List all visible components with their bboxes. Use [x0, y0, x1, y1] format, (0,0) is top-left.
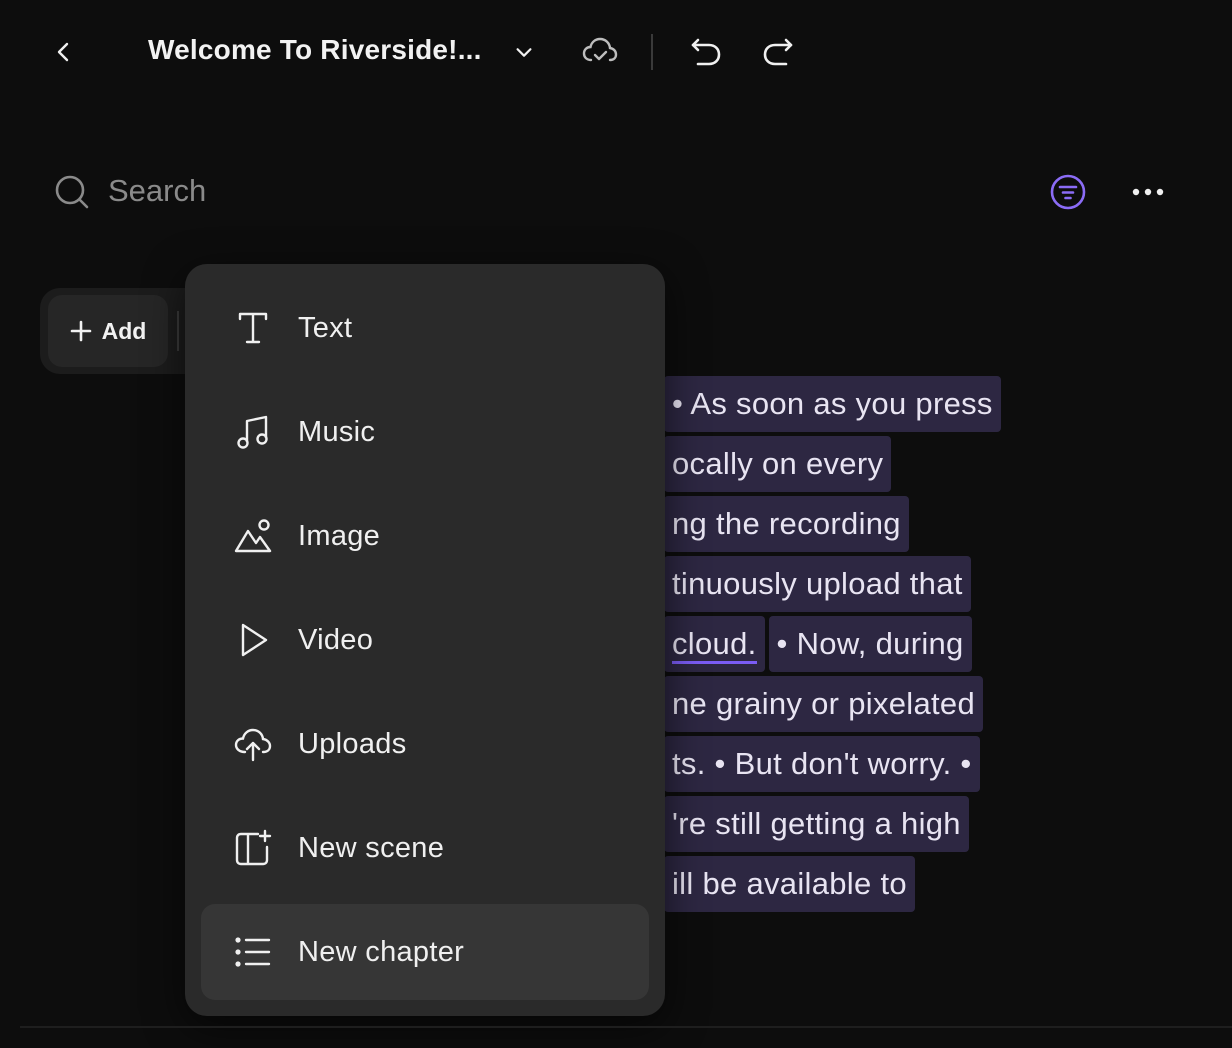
plus-icon	[70, 320, 92, 342]
menu-item-label: Video	[298, 623, 374, 656]
transcript-line: ocally on every	[664, 436, 895, 492]
header-divider	[651, 34, 653, 70]
transcript-line: cloud. • Now, during	[664, 616, 976, 672]
menu-item-uploads[interactable]: Uploads	[201, 696, 649, 792]
menu-item-music[interactable]: Music	[201, 384, 649, 480]
menu-item-label: New chapter	[298, 935, 465, 968]
transcript-line: ill be available to	[664, 856, 919, 912]
transcript-word[interactable]: ng the recording	[664, 496, 909, 552]
filter-button[interactable]	[1046, 170, 1090, 214]
menu-item-new-chapter[interactable]: New chapter	[201, 904, 649, 1000]
transcript-line: ts. • But don't worry. •	[664, 736, 984, 792]
redo-icon	[760, 34, 796, 70]
menu-item-label: Image	[298, 519, 381, 552]
transcript-line: ne grainy or pixelated	[664, 676, 987, 732]
transcript-word[interactable]: • Now, during	[768, 616, 972, 672]
text-icon	[233, 308, 273, 348]
transcript-word[interactable]: ill be available to	[664, 856, 915, 912]
chevron-left-icon	[52, 40, 76, 64]
menu-item-video[interactable]: Video	[201, 592, 649, 688]
menu-item-label: New scene	[298, 831, 445, 864]
transcript-word[interactable]: 're still getting a high	[664, 796, 969, 852]
image-icon	[233, 516, 273, 556]
cloud-upload-icon	[233, 724, 273, 764]
transcript-word[interactable]: cloud.	[664, 616, 765, 672]
menu-item-text[interactable]: Text	[201, 280, 649, 376]
menu-item-label: Music	[298, 415, 376, 448]
add-menu: Text Music Image Video Uploads New scene	[185, 264, 665, 1016]
cloud-sync-status[interactable]	[578, 30, 622, 74]
transcript-word[interactable]: ts. • But don't worry. •	[664, 736, 980, 792]
menu-item-new-scene[interactable]: New scene	[201, 800, 649, 896]
more-options-button[interactable]	[1126, 170, 1170, 214]
music-note-icon	[233, 412, 273, 452]
search-icon	[52, 172, 92, 212]
transcript-line: • As soon as you press	[664, 376, 1005, 432]
toolbar-divider	[177, 311, 179, 351]
undo-icon	[688, 34, 724, 70]
transcript-line: 're still getting a high	[664, 796, 973, 852]
chevron-down-icon	[513, 41, 535, 63]
add-button[interactable]: Add	[48, 295, 168, 367]
title-dropdown-button[interactable]	[508, 36, 540, 68]
undo-button[interactable]	[684, 30, 728, 74]
transcript-word[interactable]: • As soon as you press	[664, 376, 1001, 432]
project-title[interactable]: Welcome To Riverside!...	[148, 34, 482, 66]
menu-item-label: Text	[298, 311, 353, 344]
filter-icon	[1049, 173, 1087, 211]
list-icon	[233, 932, 273, 972]
more-horizontal-icon	[1131, 187, 1165, 197]
redo-button[interactable]	[756, 30, 800, 74]
back-button[interactable]	[44, 32, 84, 72]
menu-item-label: Uploads	[298, 727, 407, 760]
bottom-divider	[20, 1026, 1232, 1028]
transcript-line: tinuously upload that	[664, 556, 975, 612]
transcript-line: ng the recording	[664, 496, 913, 552]
cloud-check-icon	[580, 32, 620, 72]
new-scene-icon	[233, 828, 273, 868]
add-button-label: Add	[101, 317, 147, 344]
underlined-word: cloud.	[672, 624, 757, 664]
search-input[interactable]	[108, 168, 528, 214]
transcript-word[interactable]: ne grainy or pixelated	[664, 676, 984, 732]
transcript-word[interactable]: ocally on every	[664, 436, 892, 492]
transcript-word[interactable]: tinuously upload that	[664, 556, 971, 612]
menu-item-image[interactable]: Image	[201, 488, 649, 584]
play-icon	[233, 620, 273, 660]
